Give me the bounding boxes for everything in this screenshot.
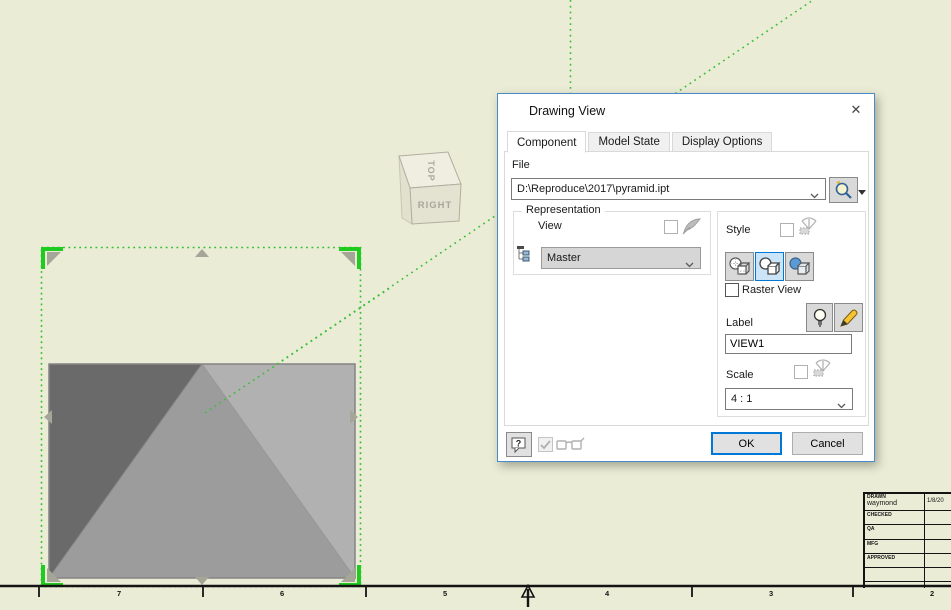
tree-hierarchy-icon [516, 245, 533, 265]
scale-link-checkbox[interactable] [794, 365, 808, 379]
raster-view-checkbox[interactable] [725, 283, 739, 297]
view-representation-checkbox[interactable] [664, 220, 678, 234]
scale-label: Scale [726, 369, 754, 381]
style-hidden-line-button[interactable] [725, 252, 754, 281]
cancel-button[interactable]: Cancel [792, 432, 863, 455]
chevron-down-icon[interactable] [810, 186, 819, 200]
file-label: File [512, 159, 530, 171]
title-block: DRAWN waymond 1/8/20 CHECKED QA MFG APPR… [863, 492, 951, 588]
scale-association-icon [812, 358, 834, 381]
tab-display-options[interactable]: Display Options [672, 132, 773, 152]
help-icon: ? [510, 436, 528, 454]
titleblock-checked-label: CHECKED [867, 512, 892, 518]
titleblock-approved-label: APPROVED [867, 555, 895, 561]
ok-button[interactable]: OK [711, 432, 782, 455]
raster-view-label: Raster View [742, 284, 801, 296]
style-hidden-line-removed-button[interactable] [755, 252, 784, 281]
svg-text:?: ? [516, 438, 522, 448]
lightbulb-icon [812, 307, 828, 328]
file-path-value: D:\Reproduce\2017\pyramid.ipt [517, 183, 669, 195]
close-icon[interactable]: ✕ [847, 101, 865, 119]
tab-model-state[interactable]: Model State [588, 132, 669, 152]
dialog-tabs: Component Model State Display Options [507, 131, 774, 152]
dropdown-arrow-icon [858, 190, 866, 195]
style-group: Style [717, 211, 866, 417]
hidden-line-icon [728, 255, 751, 278]
shaded-icon [788, 255, 811, 278]
dialog-titlebar[interactable]: Drawing View ✕ [498, 94, 874, 128]
pyramid-view-preview[interactable] [49, 364, 355, 578]
view-label-input[interactable] [725, 334, 852, 354]
titleblock-qa-label: QA [867, 526, 875, 532]
quill-icon [682, 217, 702, 238]
apply-check-icon [538, 437, 553, 455]
scale-value: 4 : 1 [731, 393, 752, 405]
titleblock-drawn-date: 1/8/20 [927, 498, 944, 504]
file-options-dropdown-button[interactable] [858, 186, 866, 198]
file-search-icon [834, 180, 854, 200]
representation-group: Representation View Master [513, 211, 711, 275]
view-cube-top-label[interactable]: TOP [426, 160, 436, 181]
view-representation-value: Master [547, 252, 581, 264]
style-shaded-button[interactable] [785, 252, 814, 281]
view-label: View [538, 220, 562, 232]
preview-glasses-icon [556, 437, 586, 455]
label-visibility-button[interactable] [806, 303, 833, 332]
titleblock-mfg-label: MFG [867, 541, 878, 547]
drawing-view-dialog: Drawing View ✕ Component Model State Dis… [497, 93, 875, 462]
browse-file-button[interactable] [829, 177, 858, 203]
zone-arrow-marker [522, 586, 534, 608]
style-link-checkbox[interactable] [780, 223, 794, 237]
help-button[interactable]: ? [506, 432, 532, 457]
tab-component[interactable]: Component [507, 131, 586, 153]
inventor-drawing-canvas: { "window": { "title": "Drawing View", "… [0, 0, 951, 610]
hidden-line-removed-icon [758, 255, 781, 278]
file-combobox[interactable]: D:\Reproduce\2017\pyramid.ipt [511, 178, 826, 200]
style-label: Style [726, 224, 750, 236]
titleblock-drawn-name: waymond [867, 500, 897, 507]
chevron-down-icon[interactable] [837, 396, 846, 410]
scale-select[interactable]: 4 : 1 [725, 388, 853, 410]
style-association-icon [798, 216, 820, 239]
chevron-down-icon[interactable] [685, 255, 694, 269]
sheet-border-ruler [0, 586, 951, 608]
title-block-divider [924, 494, 925, 588]
label-edit-button[interactable] [834, 303, 863, 332]
pencil-icon [838, 307, 860, 329]
view-cube-front-label[interactable]: RIGHT [418, 200, 453, 211]
view-representation-select[interactable]: Master [541, 247, 701, 269]
label-label: Label [726, 317, 753, 329]
representation-group-title: Representation [522, 204, 605, 216]
view-cube[interactable]: TOP RIGHT [399, 152, 461, 224]
dialog-title: Drawing View [529, 104, 605, 118]
